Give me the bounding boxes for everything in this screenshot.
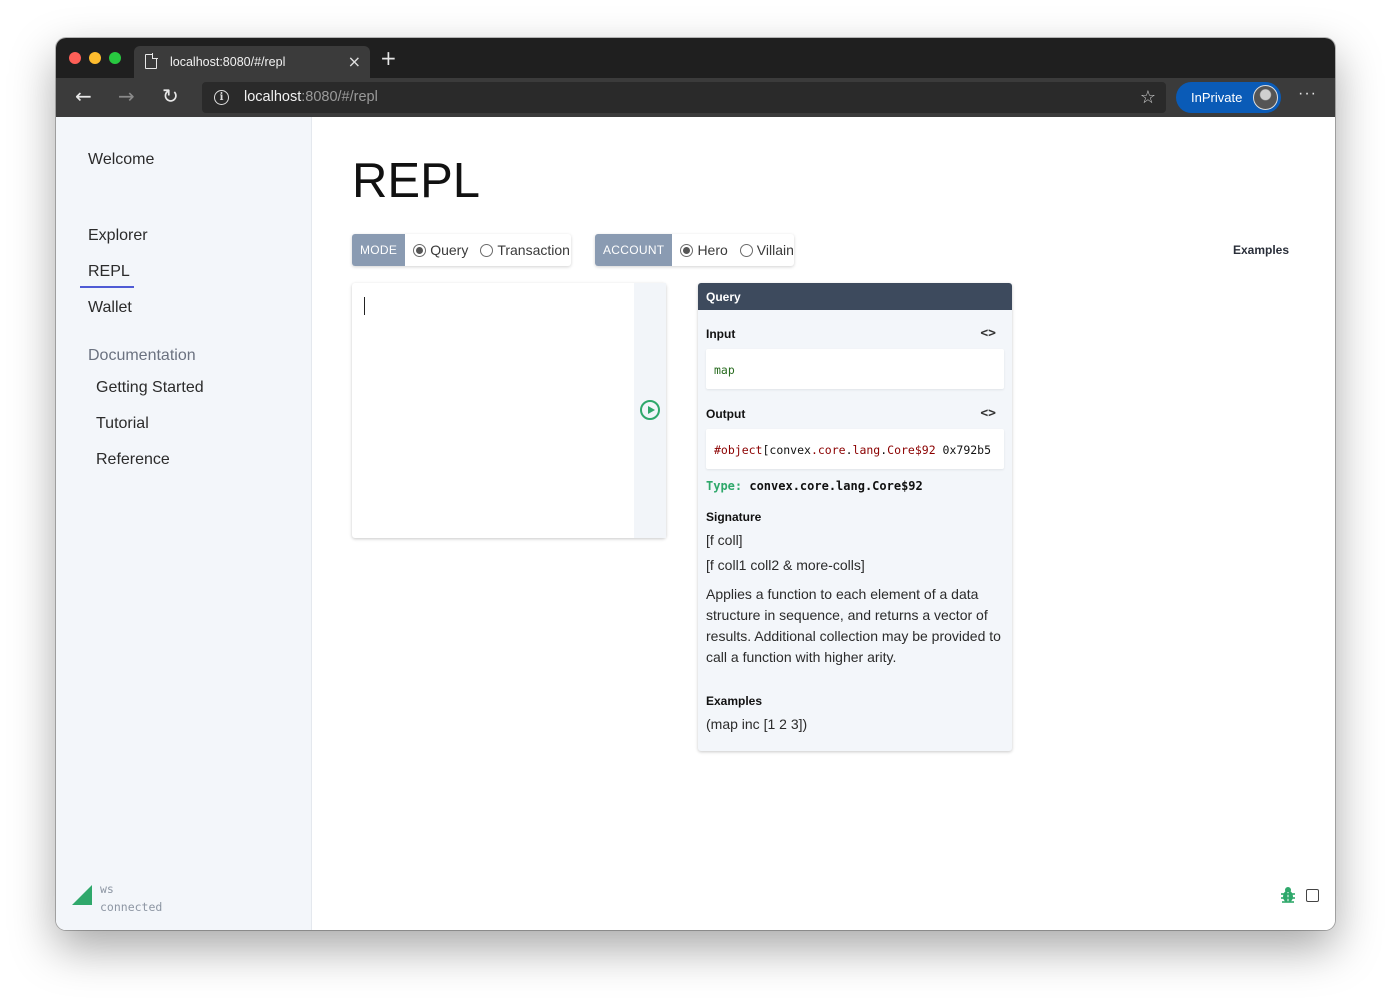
example-code: (map inc [1 2 3]): [706, 716, 808, 732]
account-hero-radio[interactable]: Hero: [680, 242, 728, 258]
account-tag: ACCOUNT: [595, 234, 673, 266]
type-value: convex.core.lang.Core$92: [749, 479, 923, 493]
type-line: Type: convex.core.lang.Core$92: [706, 479, 923, 493]
page-icon: [145, 53, 158, 69]
sidebar-item-welcome[interactable]: Welcome: [88, 151, 154, 169]
info-icon[interactable]: i: [214, 90, 229, 105]
output-code-box: #object[convex.core.lang.Core$92 0x792b5: [706, 429, 1004, 469]
checkbox[interactable]: [1306, 889, 1319, 902]
favorite-star-icon[interactable]: ☆: [1140, 87, 1156, 108]
mode-query-label: Query: [430, 242, 469, 258]
radio-checked-icon: [680, 243, 694, 257]
tab-title: localhost:8080/#/repl: [170, 55, 286, 69]
input-code-box: map: [706, 349, 1004, 389]
result-panel: Query Input <> map Output <> #object[con…: [698, 283, 1012, 751]
browser-toolbar: ← → ↻ i localhost:8080/#/repl ☆ InPrivat…: [56, 78, 1335, 117]
output-token: lang: [852, 443, 881, 457]
code-toggle-icon[interactable]: <>: [980, 326, 996, 341]
sidebar-item-explorer[interactable]: Explorer: [88, 227, 148, 245]
url-path: :8080/#/repl: [301, 89, 378, 105]
bug-icon[interactable]: [1280, 886, 1296, 904]
text-cursor: [364, 297, 365, 315]
account-hero-label: Hero: [697, 242, 728, 258]
radio-checked-icon: [413, 243, 427, 257]
output-token: [convex: [762, 443, 811, 457]
ws-label: ws: [100, 882, 114, 896]
mode-selector: MODE Query Transaction: [352, 234, 571, 266]
more-options-icon[interactable]: ···: [1298, 85, 1317, 103]
function-description: Applies a function to each element of a …: [706, 586, 1001, 665]
mode-query-radio[interactable]: Query: [413, 242, 468, 258]
account-villain-label: Villain: [756, 242, 794, 258]
connection-status: ws connected: [72, 880, 272, 920]
signature-label: Signature: [706, 510, 762, 524]
profile-avatar-icon: [1253, 85, 1278, 110]
examples-label: Examples: [706, 694, 763, 708]
output-token: .: [845, 443, 853, 457]
code-toggle-icon[interactable]: <>: [980, 406, 996, 421]
new-tab-button[interactable]: +: [380, 48, 397, 68]
run-play-icon[interactable]: [640, 400, 660, 420]
examples-link[interactable]: Examples: [1233, 243, 1289, 257]
signature-line: [f coll]: [706, 532, 743, 548]
account-villain-radio[interactable]: Villain: [739, 242, 794, 258]
ws-status-text: connected: [100, 900, 163, 914]
inprivate-button[interactable]: InPrivate: [1176, 82, 1281, 113]
signal-icon: [72, 885, 92, 905]
active-nav-indicator: [80, 286, 134, 288]
inprivate-label: InPrivate: [1191, 90, 1243, 105]
tab-close-icon[interactable]: ×: [348, 52, 361, 71]
page-content: Welcome Explorer REPL Wallet Documentati…: [56, 117, 1335, 930]
main-panel: REPL MODE Query Transaction ACCOUNT Hero: [312, 117, 1335, 930]
page-title: REPL: [352, 154, 481, 208]
sidebar-item-wallet[interactable]: Wallet: [88, 299, 132, 317]
sidebar-item-reference[interactable]: Reference: [96, 451, 170, 469]
mode-transaction-radio[interactable]: Transaction: [480, 242, 570, 258]
input-label: Input: [706, 327, 736, 341]
editor-gutter: [634, 283, 666, 538]
sidebar-item-getting-started[interactable]: Getting Started: [96, 379, 204, 397]
close-window-button[interactable]: [69, 52, 81, 64]
output-token: Core$92: [887, 443, 936, 457]
output-token: 0x792b5: [935, 443, 992, 457]
url-host: localhost: [244, 89, 302, 105]
radio-unchecked-icon: [739, 243, 753, 257]
tab-strip: localhost:8080/#/repl × +: [56, 38, 1335, 78]
code-editor[interactable]: [352, 283, 666, 538]
minimize-window-button[interactable]: [89, 52, 101, 64]
output-token: core: [817, 443, 846, 457]
output-token: .: [810, 443, 818, 457]
output-token: #object: [714, 443, 763, 457]
input-code: map: [714, 363, 735, 377]
reload-icon[interactable]: ↻: [162, 86, 179, 106]
sidebar: Welcome Explorer REPL Wallet Documentati…: [56, 117, 312, 930]
signature-line: [f coll1 coll2 & more-colls]: [706, 557, 865, 573]
output-label: Output: [706, 407, 746, 421]
type-key: Type:: [706, 479, 743, 493]
browser-window: localhost:8080/#/repl × + ← → ↻ i localh…: [56, 38, 1335, 930]
maximize-window-button[interactable]: [109, 52, 121, 64]
sidebar-item-tutorial[interactable]: Tutorial: [96, 415, 149, 433]
result-header: Query: [698, 283, 1012, 310]
mode-transaction-label: Transaction: [497, 242, 570, 258]
forward-arrow-icon[interactable]: →: [118, 86, 135, 106]
radio-unchecked-icon: [480, 243, 494, 257]
account-selector: ACCOUNT Hero Villain: [595, 234, 794, 266]
browser-tab[interactable]: localhost:8080/#/repl ×: [134, 46, 370, 78]
mode-tag: MODE: [352, 234, 406, 266]
sidebar-item-repl[interactable]: REPL: [88, 263, 130, 281]
url-text[interactable]: localhost:8080/#/repl: [244, 89, 378, 105]
back-arrow-icon[interactable]: ←: [75, 86, 92, 106]
address-bar[interactable]: i localhost:8080/#/repl ☆: [202, 82, 1166, 113]
sidebar-section-documentation[interactable]: Documentation: [88, 347, 196, 365]
